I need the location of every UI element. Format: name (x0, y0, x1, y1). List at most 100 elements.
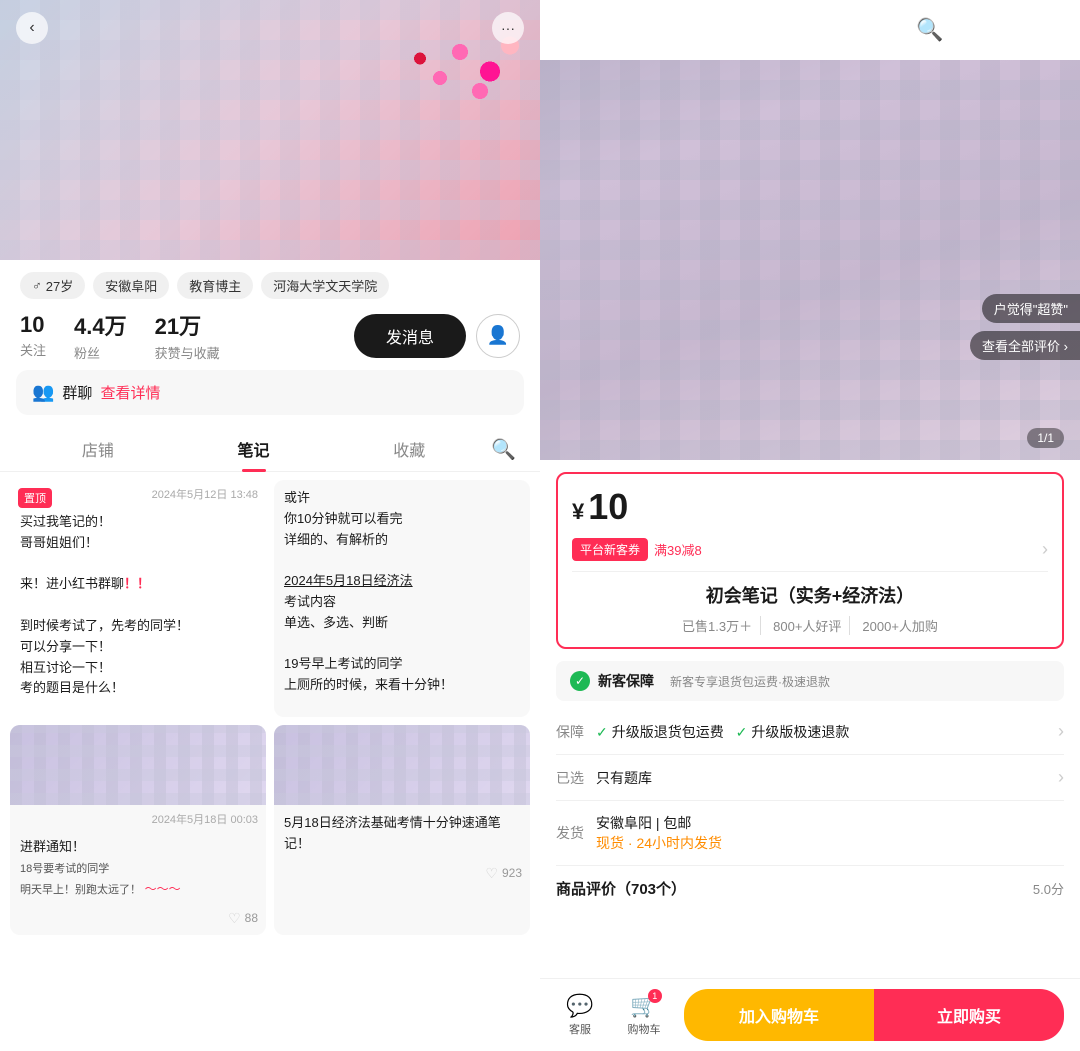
customer-service-icon: 💬 (566, 993, 593, 1019)
tag-age: ♂ 27岁 (20, 272, 85, 299)
price-row: ¥ 10 (572, 486, 1048, 528)
note-date-3: 2024年5月18日 00:03 (10, 805, 266, 829)
tag-school-label: 河海大学文天学院 (273, 276, 377, 295)
note-image-pixel-3 (10, 725, 266, 805)
guarantee-value: ✓升级版退货包运费 ✓升级版极速退款 (596, 722, 1058, 742)
tag-location: 安徽阜阳 (93, 272, 169, 299)
profile-header-image: ‹ ··· (0, 0, 540, 260)
cart-label: 购物车 (628, 1021, 661, 1037)
bottom-bar: 💬 客服 🛒 1 购物车 加入购物车 立即购买 (540, 978, 1080, 1051)
note-footer-1 (10, 705, 266, 717)
like-count-3: 88 (245, 911, 258, 925)
sold-count: 已售1.3万＋ (674, 616, 761, 635)
left-panel: ‹ ··· ♂ 27岁 安徽阜阳 教育博主 河海大学文天学院 10 关注 (0, 0, 540, 1051)
check-icon-2: ✓ (736, 724, 748, 740)
right-header-icons: 🔍 ☆ ⬆ (912, 12, 1060, 48)
heart-icon-4: ♡ (485, 865, 498, 882)
note-content-3: 进群通知！ 18号要考试的同学明天早上！别跑太远了！ ～～～ (10, 829, 266, 905)
tab-notes-label: 笔记 (238, 443, 270, 460)
gender-icon: ♂ (32, 278, 42, 293)
guarantee-section: ✓ 新客保障 新客专享退货包运费·极速退款 (556, 661, 1064, 701)
note-card-3[interactable]: 2024年5月18日 00:03 进群通知！ 18号要考试的同学明天早上！别跑太… (10, 725, 266, 934)
notes-grid: 置顶 2024年5月12日 13:48 买过我笔记的！哥哥姐姐们！ 来！进小红书… (10, 480, 530, 935)
stat-likes[interactable]: 21万 获赞与收藏 (155, 309, 220, 362)
back-button-left[interactable]: ‹ (16, 12, 48, 44)
customer-service-btn[interactable]: 💬 客服 (556, 993, 604, 1037)
guarantee-desc: 新客专享退货包运费·极速退款 (670, 673, 830, 690)
detail-rows: 保障 ✓升级版退货包运费 ✓升级版极速退款 › 已选 只有题库 › 发货 安徽阜… (556, 709, 1064, 866)
cart-btn-icon[interactable]: 🛒 1 购物车 (620, 993, 668, 1037)
price-number: 10 (588, 486, 628, 528)
likes-count: 21万 (155, 309, 201, 341)
selected-value: 只有题库 (596, 768, 1058, 788)
note-image-pixel-4 (274, 725, 530, 805)
detail-row-guarantee[interactable]: 保障 ✓升级版退货包运费 ✓升级版极速退款 › (556, 709, 1064, 755)
detail-row-selected[interactable]: 已选 只有题库 › (556, 755, 1064, 801)
action-buttons: 发消息 👤 (354, 314, 520, 358)
tab-favorites-label: 收藏 (393, 443, 425, 460)
group-text: 群聊 (62, 382, 92, 403)
like-count-4: 923 (502, 866, 522, 880)
super-praise-badge: 户觉得"超赞" (982, 294, 1080, 323)
star-icon-btn[interactable]: ☆ (968, 12, 1004, 48)
note-image-3 (10, 725, 266, 805)
message-button[interactable]: 发消息 (354, 314, 466, 358)
note-content-4: 5月18日经济法基础考情十分钟速通笔记！ (274, 805, 530, 861)
voucher-arrow-icon: › (1042, 539, 1048, 560)
page-indicator: 1/1 (1027, 428, 1064, 448)
reviews-title: 商品评价（703个） (556, 878, 686, 899)
follow-button[interactable]: 👤 (476, 314, 520, 358)
group-link[interactable]: 查看详情 (100, 382, 160, 403)
view-all-reviews-btn[interactable]: 查看全部评价 › (970, 331, 1080, 360)
stat-following[interactable]: 10 关注 (20, 312, 46, 359)
guarantee-icon: ✓ (570, 671, 590, 691)
stat-fans[interactable]: 4.4万 粉丝 (74, 309, 127, 362)
profile-section: ♂ 27岁 安徽阜阳 教育博主 河海大学文天学院 10 关注 4.4万 粉丝 (0, 260, 540, 370)
guarantee-title: 新客保障 (598, 671, 654, 691)
voucher-row[interactable]: 平台新客券 满39减8 › (572, 538, 1048, 561)
add-to-cart-button[interactable]: 加入购物车 (684, 989, 874, 1041)
review-overlay: 户觉得"超赞" 查看全部评价 › (970, 294, 1080, 360)
group-bar[interactable]: 👥 群聊 查看详情 (16, 370, 524, 415)
product-image: 户觉得"超赞" 查看全部评价 › 1/1 (540, 0, 1080, 460)
group-icon: 👥 (32, 382, 54, 403)
voucher-text: 满39减8 (654, 540, 702, 559)
product-info: ¥ 10 平台新客券 满39减8 › 初会笔记（实务+经济法） 已售1.3万＋ … (540, 460, 1080, 978)
note-card-2[interactable]: 或许 你10分钟就可以看完 详细的、有解析的 2024年5月18日经济法 考试内… (274, 480, 530, 717)
selected-label: 已选 (556, 768, 596, 788)
tab-favorites[interactable]: 收藏 (331, 427, 487, 471)
tag-school: 河海大学文天学院 (261, 272, 389, 299)
share-icon-btn[interactable]: ⬆ (1024, 12, 1060, 48)
tag-location-label: 安徽阜阳 (105, 276, 157, 295)
fans-count: 4.4万 (74, 309, 127, 341)
right-panel: ‹ 🔍 ☆ ⬆ 户觉得"超赞" 查看全部评价 › 1/1 ¥ 10 (540, 0, 1080, 1051)
view-all-text: 查看全部评价 › (982, 336, 1068, 355)
tags-row: ♂ 27岁 安徽阜阳 教育博主 河海大学文天学院 (20, 272, 520, 299)
check-icon-1: ✓ (596, 724, 608, 740)
tag-age-label: 27岁 (46, 276, 73, 295)
note-footer-4: ♡ 923 (274, 861, 530, 890)
voucher-tag: 平台新客券 (572, 538, 648, 561)
back-button-right[interactable]: ‹ (560, 14, 592, 46)
search-icon-btn[interactable]: 🔍 (912, 12, 948, 48)
tab-shop-label: 店铺 (82, 443, 114, 460)
tab-shop[interactable]: 店铺 (20, 427, 176, 471)
cart-badge: 1 (648, 989, 662, 1003)
guarantee-arrow-icon: › (1058, 721, 1064, 742)
note-content-2: 或许 你10分钟就可以看完 详细的、有解析的 2024年5月18日经济法 考试内… (274, 480, 530, 702)
tag-type: 教育博主 (177, 272, 253, 299)
fans-label: 粉丝 (74, 343, 100, 362)
heart-icon-3: ♡ (228, 910, 241, 927)
more-button[interactable]: ··· (492, 12, 524, 44)
note-card-pinned[interactable]: 置顶 2024年5月12日 13:48 买过我笔记的！哥哥姐姐们！ 来！进小红书… (10, 480, 266, 717)
search-button[interactable]: 🔍 (487, 433, 520, 466)
tab-notes[interactable]: 笔记 (176, 427, 332, 471)
shipping-value: 安徽阜阳 | 包邮 (596, 813, 1064, 833)
product-title: 初会笔记（实务+经济法） (572, 582, 1048, 608)
buy-now-button[interactable]: 立即购买 (874, 989, 1064, 1041)
likes-label: 获赞与收藏 (155, 343, 220, 362)
reviews-score: 5.0分 (1033, 879, 1064, 898)
detail-row-shipping: 发货 安徽阜阳 | 包邮 现货 · 24小时内发货 (556, 801, 1064, 866)
following-count: 10 (20, 312, 44, 338)
note-card-4[interactable]: 5月18日经济法基础考情十分钟速通笔记！ ♡ 923 (274, 725, 530, 934)
